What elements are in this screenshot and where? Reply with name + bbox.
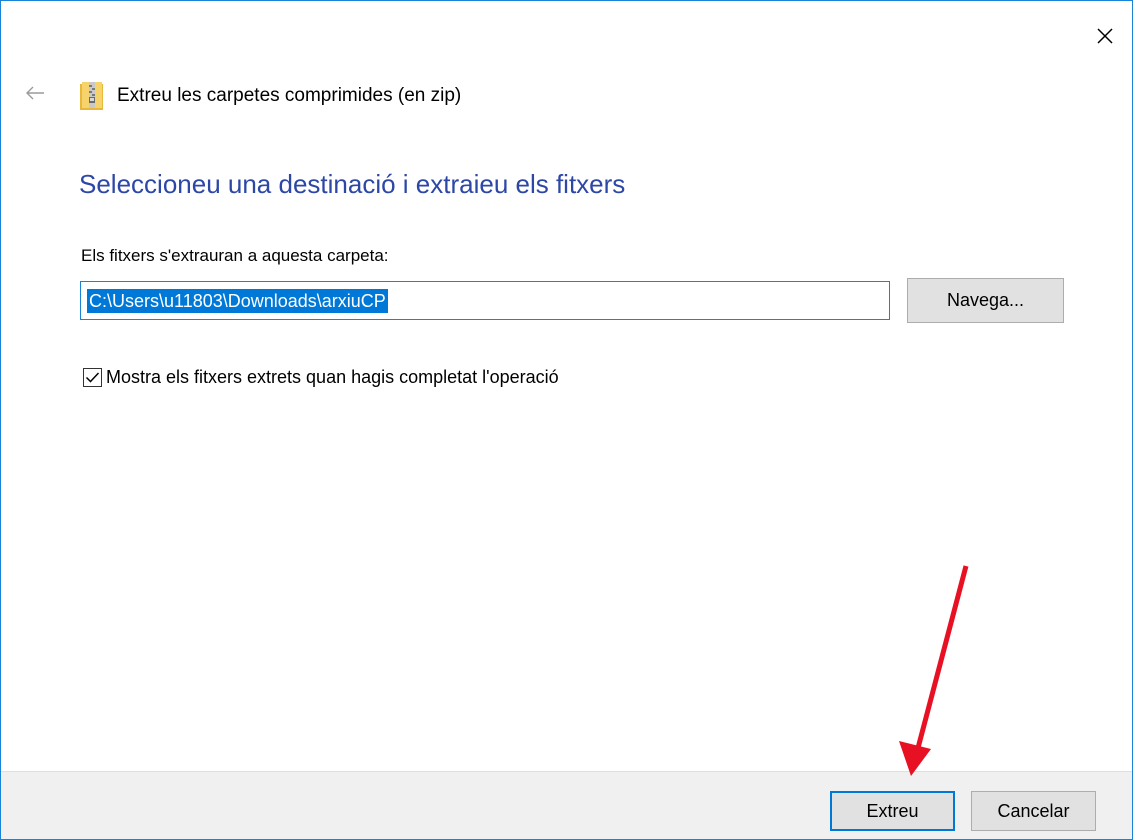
window-title: Extreu les carpetes comprimides (en zip): [117, 85, 462, 106]
zip-folder-icon: [80, 82, 103, 110]
back-button[interactable]: [21, 81, 49, 105]
destination-label-text: Els fitxers s'extrauran a aquesta carpet…: [81, 246, 389, 265]
show-files-option[interactable]: Mostra els fitxers extrets quan hagis co…: [83, 367, 559, 388]
back-arrow-icon: [26, 86, 44, 100]
cancel-button[interactable]: Cancelar: [971, 791, 1096, 831]
extract-button[interactable]: Extreu: [830, 791, 955, 831]
extract-dialog: Extreu les carpetes comprimides (en zip)…: [0, 0, 1133, 840]
close-button[interactable]: [1088, 19, 1122, 53]
destination-label: Els fitxers s'extrauran a aquesta carpet…: [81, 246, 389, 266]
window-title-bar: Extreu les carpetes comprimides (en zip): [79, 81, 461, 111]
close-icon: [1097, 28, 1113, 44]
dialog-footer: Extreu Cancelar: [1, 771, 1132, 839]
checkmark-icon: [85, 372, 100, 383]
page-heading: Seleccioneu una destinació i extraieu el…: [79, 169, 626, 199]
destination-path-input[interactable]: C:\Users\u11803\Downloads\arxiuCP: [80, 281, 890, 320]
show-files-label: Mostra els fitxers extrets quan hagis co…: [106, 367, 559, 387]
browse-button[interactable]: Navega...: [907, 278, 1064, 323]
show-files-checkbox[interactable]: [83, 368, 102, 387]
destination-path-value: C:\Users\u11803\Downloads\arxiuCP: [87, 288, 388, 313]
